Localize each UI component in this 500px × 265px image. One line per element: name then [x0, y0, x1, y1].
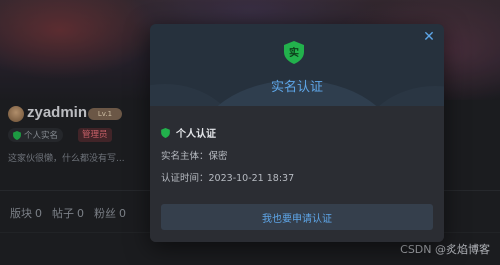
svg-text:实: 实: [289, 46, 299, 59]
verification-modal: 实 实名认证 ✕ 个人认证 实名主体：保密 认证时间：2023-10-21 18…: [150, 24, 444, 242]
apply-verification-button[interactable]: 我也要申请认证: [161, 204, 433, 230]
modal-title: 实名认证: [270, 80, 323, 95]
shield-icon: [161, 127, 170, 138]
section-header: 个人认证: [161, 125, 216, 140]
time-label: 认证时间：: [161, 173, 209, 184]
subject-label: 实名主体：: [161, 151, 209, 162]
close-icon[interactable]: ✕: [422, 30, 436, 44]
modal-header: 实 实名认证 ✕: [150, 24, 444, 106]
section-title: 个人认证: [176, 129, 216, 140]
subject-value: 保密: [208, 151, 228, 162]
modal-body: 个人认证 实名主体：保密 认证时间：2023-10-21 18:37 我也要申请…: [150, 106, 444, 242]
time-value: 2023-10-21 18:37: [208, 173, 295, 184]
verified-shield-icon: 实: [284, 41, 304, 64]
time-row: 认证时间：2023-10-21 18:37: [161, 170, 294, 184]
subject-row: 实名主体：保密: [161, 148, 228, 162]
